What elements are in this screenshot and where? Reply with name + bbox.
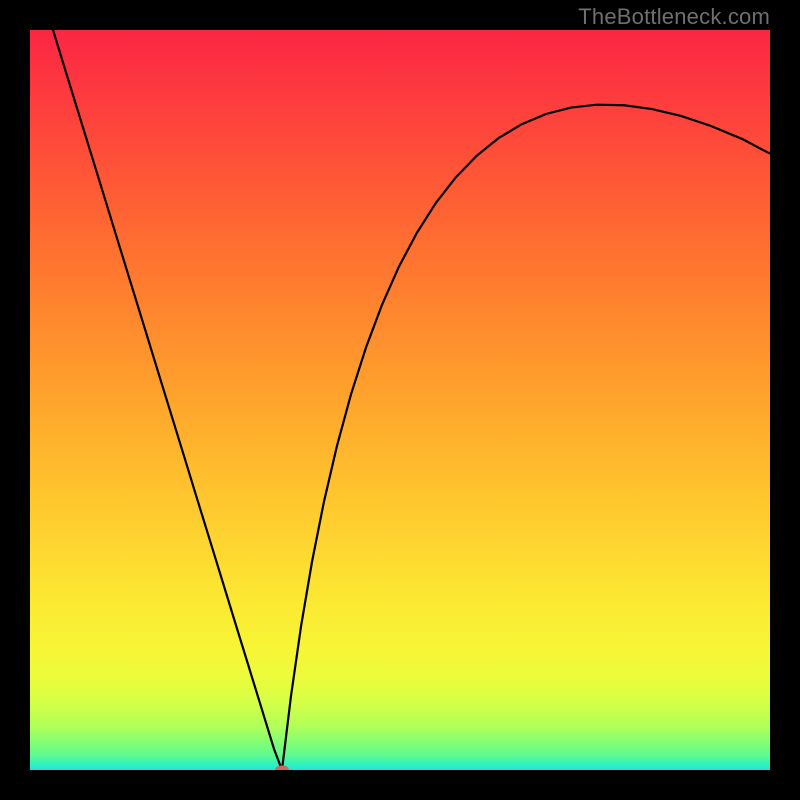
watermark-text: TheBottleneck.com [578, 4, 770, 30]
plot-area [30, 30, 770, 770]
curve-left [53, 30, 282, 770]
curve-svg [30, 30, 770, 770]
chart-frame: TheBottleneck.com [0, 0, 800, 800]
minimum-marker [275, 766, 289, 771]
curve-right [282, 105, 770, 770]
